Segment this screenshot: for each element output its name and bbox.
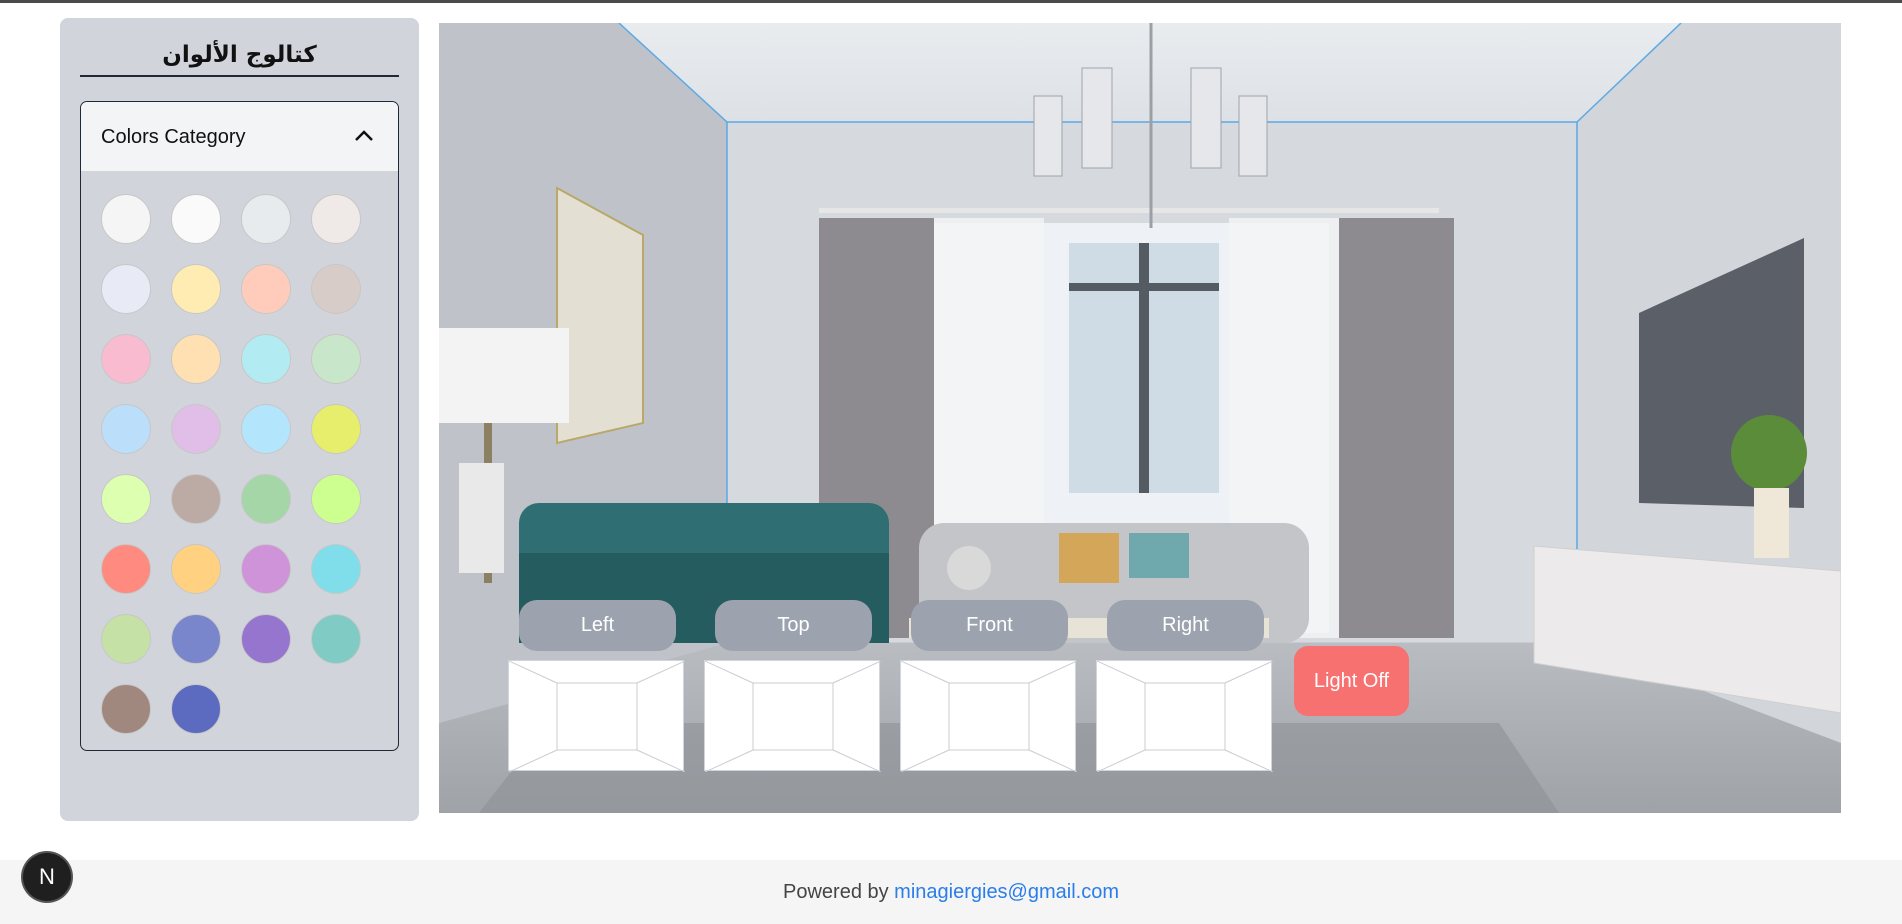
color-swatch-23[interactable] (241, 544, 291, 594)
color-swatch-5[interactable] (101, 264, 151, 314)
color-swatch-13[interactable] (101, 404, 151, 454)
color-swatch-26[interactable] (171, 614, 221, 664)
color-swatch-7[interactable] (241, 264, 291, 314)
color-swatch-3[interactable] (241, 194, 291, 244)
color-swatch-6[interactable] (171, 264, 221, 314)
color-swatch-22[interactable] (171, 544, 221, 594)
color-swatch-24[interactable] (311, 544, 361, 594)
view-top-button[interactable]: Top (715, 600, 872, 651)
color-swatch-17[interactable] (101, 474, 151, 524)
color-swatch-19[interactable] (241, 474, 291, 524)
top-border (0, 0, 1902, 3)
chevron-up-icon[interactable] (352, 124, 376, 148)
color-swatch-8[interactable] (311, 264, 361, 314)
color-swatch-2[interactable] (171, 194, 221, 244)
view-right-button[interactable]: Right (1107, 600, 1264, 651)
color-swatch-1[interactable] (101, 194, 151, 244)
colors-category-label: Colors Category (101, 126, 246, 148)
colors-category-header[interactable]: Colors Category (81, 102, 398, 172)
catalog-title: كتالوج الألوان (80, 40, 399, 77)
color-swatch-28[interactable] (311, 614, 361, 664)
left-view-thumbnail[interactable] (508, 660, 685, 772)
color-swatch-29[interactable] (101, 684, 151, 734)
color-swatch-16[interactable] (311, 404, 361, 454)
next-badge-icon[interactable]: N (23, 853, 71, 901)
color-swatch-21[interactable] (101, 544, 151, 594)
color-swatch-grid (101, 194, 361, 734)
footer-prefix: Powered by (783, 881, 895, 903)
right-view-thumbnail[interactable] (1096, 660, 1273, 772)
color-swatch-30[interactable] (171, 684, 221, 734)
color-swatch-9[interactable] (101, 334, 151, 384)
color-swatch-25[interactable] (101, 614, 151, 664)
room-preview: Left Top Front Right Light Off (439, 23, 1841, 813)
view-front-button[interactable]: Front (911, 600, 1068, 651)
view-left-button[interactable]: Left (519, 600, 676, 651)
color-swatch-10[interactable] (171, 334, 221, 384)
color-swatch-15[interactable] (241, 404, 291, 454)
color-swatch-11[interactable] (241, 334, 291, 384)
color-swatch-4[interactable] (311, 194, 361, 244)
colors-category-panel: Colors Category (80, 101, 399, 751)
color-swatch-12[interactable] (311, 334, 361, 384)
color-swatch-18[interactable] (171, 474, 221, 524)
footer-email-link[interactable]: minagiergies@gmail.com (894, 881, 1119, 903)
color-catalog-sidebar: كتالوج الألوان Colors Category (60, 18, 419, 821)
front-view-thumbnail[interactable] (900, 660, 1077, 772)
light-toggle-button[interactable]: Light Off (1294, 646, 1409, 716)
footer: Powered by minagiergies@gmail.com (0, 860, 1902, 924)
top-view-thumbnail[interactable] (704, 660, 881, 772)
color-swatch-27[interactable] (241, 614, 291, 664)
color-swatch-14[interactable] (171, 404, 221, 454)
color-swatch-20[interactable] (311, 474, 361, 524)
